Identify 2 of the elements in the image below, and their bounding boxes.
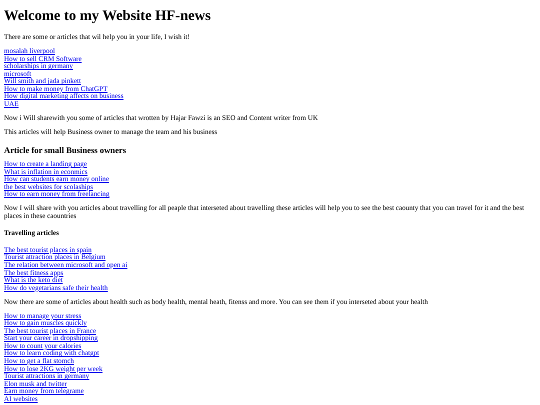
- page-title: Welcome to my Website HF-news: [4, 8, 212, 24]
- section-heading: Article for small Business owners: [4, 144, 128, 155]
